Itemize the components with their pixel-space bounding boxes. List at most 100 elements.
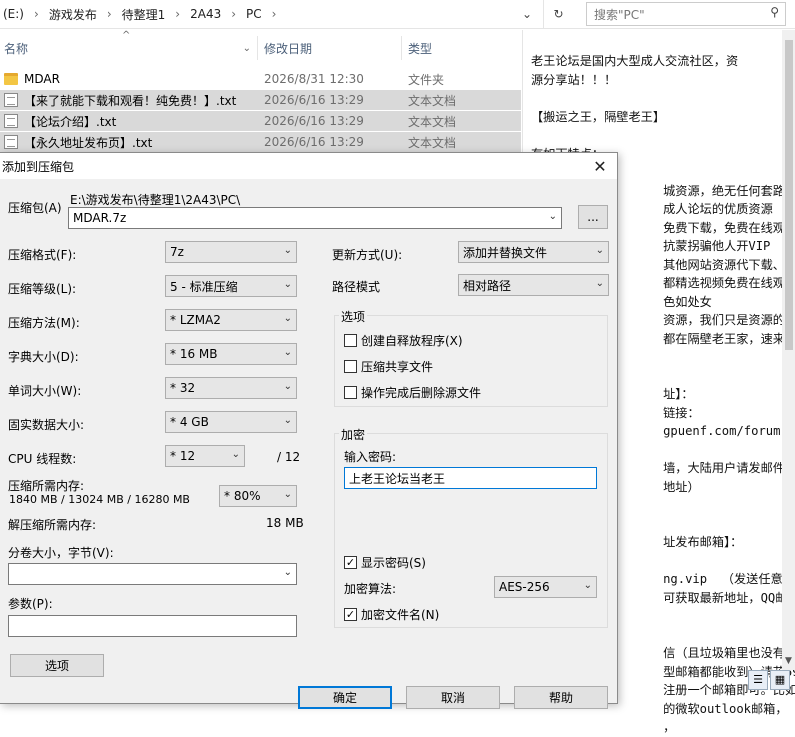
password-label: 输入密码: [344, 450, 397, 464]
column-date-label: 修改日期 [264, 41, 313, 56]
pathmode-label: 路径模式 [332, 280, 381, 294]
chevron-down-icon: ⌄ [283, 567, 292, 578]
browse-label: ... [587, 210, 599, 224]
algo-select[interactable]: AES-256 ⌄ [494, 576, 597, 598]
dialog-title-bar: 添加到压缩包 ✕ [0, 153, 617, 179]
word-select[interactable]: * 32 ⌄ [165, 377, 297, 399]
mem-percent-select[interactable]: * 80% ⌄ [219, 485, 297, 507]
file-type: 文件夹 [408, 72, 445, 87]
ok-button[interactable]: 确定 [298, 686, 392, 709]
breadcrumb-separator-icon: › [271, 7, 277, 21]
browse-button[interactable]: ... [578, 205, 608, 229]
options-group-title: 选项 [339, 308, 368, 325]
search-input[interactable]: 搜索"PC" ⚲ [586, 2, 786, 26]
options-button[interactable]: 选项 [10, 654, 104, 677]
params-label: 参数(P): [8, 597, 53, 611]
update-select[interactable]: 添加并替换文件 ⌄ [458, 241, 609, 263]
breadcrumb-folder[interactable]: 游戏发布 [46, 6, 100, 23]
level-label: 压缩等级(L): [8, 282, 77, 296]
file-row[interactable]: 【来了就能下载和观看！纯免费！】.txt 2026/6/16 13:29 文本文… [0, 90, 521, 110]
archive-name-combo[interactable]: MDAR.7z ⌄ [68, 207, 562, 229]
mem-decomp-value: 18 MB [266, 516, 304, 530]
chevron-down-icon: ⌄ [231, 449, 240, 460]
word-value: * 32 [170, 381, 196, 395]
encrypt-names-checkbox[interactable]: ✓ 加密文件名(N) [344, 606, 439, 623]
file-date: 2026/6/16 13:29 [264, 135, 364, 149]
params-input[interactable] [8, 615, 297, 637]
dict-value: * 16 MB [170, 347, 218, 361]
scroll-down-icon[interactable]: ▼ [785, 656, 792, 666]
update-label: 更新方式(U): [332, 248, 403, 262]
shared-checkbox[interactable]: 压缩共享文件 [344, 358, 433, 375]
chevron-down-icon: ⌄ [283, 313, 292, 324]
column-header-type[interactable]: 类型 [402, 36, 520, 60]
breadcrumb-folder[interactable]: 2A43 [187, 7, 224, 21]
file-date: 2026/6/16 13:29 [264, 93, 364, 107]
encrypt-names-label: 加密文件名(N) [361, 608, 440, 622]
file-name: 【论坛介绍】.txt [24, 114, 117, 129]
chevron-down-icon: ⌄ [283, 279, 292, 290]
text-file-icon [4, 114, 18, 128]
format-select[interactable]: 7z ⌄ [165, 241, 297, 263]
split-combo[interactable]: ⌄ [8, 563, 297, 585]
delete-source-checkbox[interactable]: 操作完成后删除源文件 [344, 384, 481, 401]
view-toggle: ☰ ▦ [748, 670, 795, 692]
archive-path: E:\游戏发布\待整理1\2A43\PC\ [70, 193, 241, 207]
chevron-down-icon: ⌄ [583, 580, 592, 591]
dialog-title: 添加到压缩包 [2, 159, 75, 174]
algo-value: AES-256 [499, 580, 550, 594]
mem-comp-value: 1840 MB / 13024 MB / 16280 MB [9, 493, 190, 506]
method-value: * LZMA2 [170, 313, 221, 327]
breadcrumb-folder[interactable]: 待整理1 [119, 6, 169, 23]
column-type-label: 类型 [408, 41, 433, 56]
shared-label: 压缩共享文件 [361, 360, 434, 374]
solid-select[interactable]: * 4 GB ⌄ [165, 411, 297, 433]
file-type: 文本文档 [408, 135, 457, 150]
details-view-icon[interactable]: ☰ [748, 670, 768, 690]
file-row[interactable]: MDAR 2026/8/31 12:30 文件夹 [0, 69, 521, 89]
chevron-down-icon: ⌄ [548, 211, 557, 222]
dict-select[interactable]: * 16 MB ⌄ [165, 343, 297, 365]
chevron-down-icon: ⌄ [283, 381, 292, 392]
checkbox-unchecked-icon [344, 360, 357, 373]
level-select[interactable]: 5 - 标准压缩 ⌄ [165, 275, 297, 297]
show-password-checkbox[interactable]: ✓ 显示密码(S) [344, 554, 426, 571]
chevron-down-icon: ⌄ [595, 278, 604, 289]
file-row[interactable]: 【论坛介绍】.txt 2026/6/16 13:29 文本文档 [0, 111, 521, 131]
chevron-down-icon: ⌄ [283, 415, 292, 426]
file-date: 2026/6/16 13:29 [264, 114, 364, 128]
close-icon[interactable]: ✕ [587, 154, 613, 178]
format-label: 压缩格式(F): [8, 248, 77, 262]
column-header-date[interactable]: 修改日期 [258, 36, 402, 60]
file-date: 2026/8/31 12:30 [264, 72, 364, 86]
checkbox-checked-icon: ✓ [344, 608, 357, 621]
cpu-select[interactable]: * 12 ⌄ [165, 445, 245, 467]
sfx-checkbox[interactable]: 创建自释放程序(X) [344, 332, 463, 349]
checkbox-checked-icon: ✓ [344, 556, 357, 569]
breadcrumb-folder[interactable]: PC [243, 7, 265, 21]
text-file-icon [4, 93, 18, 107]
tiles-view-icon[interactable]: ▦ [770, 670, 790, 690]
pathmode-select[interactable]: 相对路径 ⌄ [458, 274, 609, 296]
breadcrumb-separator-icon: › [106, 7, 112, 21]
format-value: 7z [170, 245, 184, 259]
refresh-icon[interactable]: ↻ [543, 0, 573, 28]
password-input[interactable]: 上老王论坛当老王 [344, 467, 597, 489]
chevron-down-icon: ⌄ [283, 347, 292, 358]
search-placeholder: 搜索"PC" [594, 7, 645, 22]
method-select[interactable]: * LZMA2 ⌄ [165, 309, 297, 331]
breadcrumb-drive[interactable]: (E:) [0, 7, 27, 21]
cancel-button[interactable]: 取消 [406, 686, 500, 709]
column-header-name[interactable]: 名称 ^ ⌄ [0, 30, 258, 60]
breadcrumb[interactable]: (E:) › 游戏发布 › 待整理1 › 2A43 › PC › [0, 3, 540, 25]
cpu-label: CPU 线程数: [8, 452, 77, 466]
folder-icon [4, 73, 18, 85]
split-label: 分卷大小，字节(V): [8, 546, 114, 560]
show-password-label: 显示密码(S) [361, 556, 426, 570]
help-button[interactable]: 帮助 [514, 686, 608, 709]
scrollbar-thumb[interactable] [785, 40, 793, 350]
file-row[interactable]: 【永久地址发布页】.txt 2026/6/16 13:29 文本文档 [0, 132, 521, 152]
chevron-down-icon: ⌄ [595, 245, 604, 256]
history-dropdown-icon[interactable]: ⌄ [512, 0, 542, 28]
chevron-down-icon: ⌄ [283, 489, 292, 500]
